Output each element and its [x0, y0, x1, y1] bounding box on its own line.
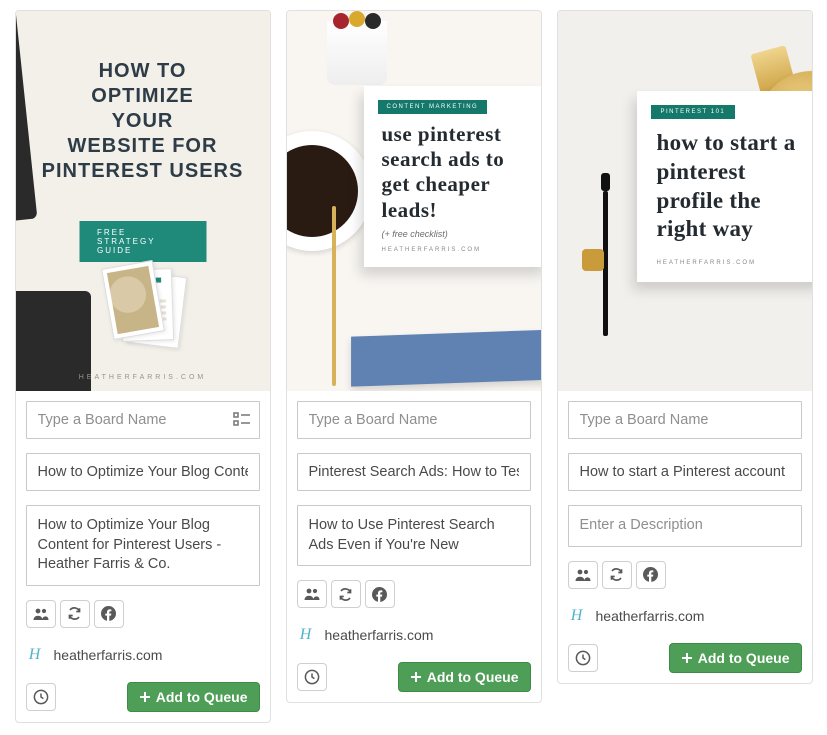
- board-name-input[interactable]: [26, 401, 260, 439]
- thumb-tag: CONTENT MARKETING: [378, 100, 488, 114]
- share-icon-row: [297, 580, 531, 608]
- add-to-queue-label: Add to Queue: [427, 669, 519, 685]
- pin-card: PINTEREST 101 how to start a pinterest p…: [557, 10, 813, 684]
- share-icon-row: [568, 561, 802, 589]
- thumb-title: HOW TO OPTIMIZE YOUR WEBSITE FOR PINTERE…: [16, 59, 270, 184]
- pin-source[interactable]: H heatherfarris.com: [26, 642, 260, 664]
- thumb-headline: use pinterest search ads to get cheaper …: [364, 122, 541, 229]
- schedule-icon[interactable]: [297, 663, 327, 691]
- pin-title-input[interactable]: [568, 453, 802, 491]
- pin-cards-row: HOW TO OPTIMIZE YOUR WEBSITE FOR PINTERE…: [10, 10, 817, 723]
- source-favicon: H: [568, 607, 586, 625]
- source-favicon: H: [297, 626, 315, 644]
- thumb-headline: how to start a pinterest profile the rig…: [637, 129, 812, 260]
- board-picker-icon[interactable]: [233, 412, 251, 428]
- schedule-icon[interactable]: [568, 644, 598, 672]
- pin-card: HOW TO OPTIMIZE YOUR WEBSITE FOR PINTERE…: [15, 10, 271, 723]
- refresh-icon[interactable]: [331, 580, 361, 608]
- add-to-queue-button[interactable]: Add to Queue: [669, 643, 802, 673]
- facebook-icon[interactable]: [94, 600, 124, 628]
- pin-title-input[interactable]: [26, 453, 260, 491]
- plus-icon: [681, 652, 693, 664]
- thumb-tag: PINTEREST 101: [651, 105, 736, 119]
- pin-title-input[interactable]: [297, 453, 531, 491]
- thumb-site: HEATHERFARRIS.COM: [16, 374, 270, 381]
- source-favicon: H: [26, 646, 44, 664]
- add-to-queue-label: Add to Queue: [698, 650, 790, 666]
- pin-card: CONTENT MARKETING use pinterest search a…: [286, 10, 542, 703]
- pin-source-text: heatherfarris.com: [325, 627, 434, 643]
- thumb-tag: FREE STRATEGY GUIDE: [79, 221, 206, 262]
- thumb-site: HEATHERFARRIS.COM: [364, 247, 541, 253]
- facebook-icon[interactable]: [636, 561, 666, 589]
- add-to-queue-button[interactable]: Add to Queue: [127, 682, 260, 712]
- pin-thumbnail[interactable]: HOW TO OPTIMIZE YOUR WEBSITE FOR PINTERE…: [16, 11, 270, 391]
- schedule-icon[interactable]: [26, 683, 56, 711]
- facebook-icon[interactable]: [365, 580, 395, 608]
- pin-source[interactable]: H heatherfarris.com: [297, 622, 531, 644]
- pin-source[interactable]: H heatherfarris.com: [568, 603, 802, 625]
- add-to-queue-button[interactable]: Add to Queue: [398, 662, 531, 692]
- thumb-pages-stack: [83, 266, 203, 356]
- pin-thumbnail[interactable]: PINTEREST 101 how to start a pinterest p…: [558, 11, 812, 391]
- add-to-queue-label: Add to Queue: [156, 689, 248, 705]
- pin-description-input[interactable]: How to Optimize Your Blog Content for Pi…: [26, 505, 260, 586]
- pin-description-input[interactable]: [568, 505, 802, 547]
- thumb-subtext: (+ free checklist): [364, 229, 541, 247]
- pin-description-input[interactable]: How to Use Pinterest Search Ads Even if …: [297, 505, 531, 566]
- refresh-icon[interactable]: [602, 561, 632, 589]
- plus-icon: [410, 671, 422, 683]
- board-name-input[interactable]: [297, 401, 531, 439]
- pin-thumbnail[interactable]: CONTENT MARKETING use pinterest search a…: [287, 11, 541, 391]
- share-icon-row: [26, 600, 260, 628]
- people-icon[interactable]: [568, 561, 598, 589]
- people-icon[interactable]: [26, 600, 56, 628]
- people-icon[interactable]: [297, 580, 327, 608]
- thumb-site: HEATHERFARRIS.COM: [637, 260, 812, 266]
- plus-icon: [139, 691, 151, 703]
- refresh-icon[interactable]: [60, 600, 90, 628]
- pin-source-text: heatherfarris.com: [596, 608, 705, 624]
- pin-source-text: heatherfarris.com: [54, 647, 163, 663]
- board-name-input[interactable]: [568, 401, 802, 439]
